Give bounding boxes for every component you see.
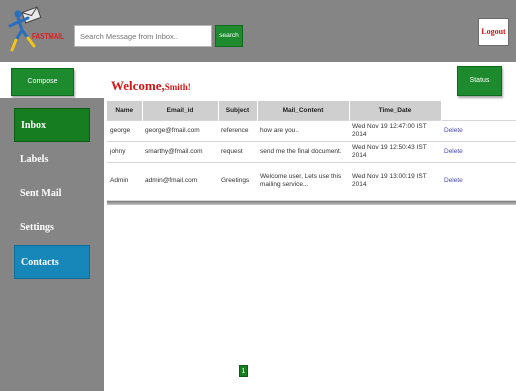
welcome-message: Welcome,Smith! — [111, 77, 191, 95]
table-bottom-divider — [107, 201, 516, 205]
column-header-time-date: Time_Date — [349, 101, 442, 120]
welcome-username: Smith! — [164, 82, 191, 92]
cell-subject: request — [218, 140, 257, 163]
status-button[interactable]: Status — [457, 66, 502, 96]
cell-email: admin@fmail.com — [142, 161, 218, 201]
cell-content: how are you.. — [257, 119, 349, 142]
inbox-table-container: Name Email_id Subject Mail_Content Time_… — [107, 101, 516, 205]
welcome-prefix: Welcome, — [111, 78, 165, 93]
cell-email: george@fmail.com — [142, 119, 218, 142]
column-header-email: Email_id — [142, 101, 219, 120]
delete-link[interactable]: Delete — [441, 119, 516, 142]
table-row[interactable]: george george@fmail.com reference how ar… — [107, 119, 516, 142]
table-header-row: Name Email_id Subject Mail_Content Time_… — [107, 101, 516, 120]
cell-subject: reference — [218, 119, 257, 142]
cell-time: Wed Nov 19 12:47:00 IST 2014 — [349, 119, 441, 142]
column-header-subject: Subject — [218, 101, 258, 120]
page-number-button[interactable]: 1 — [239, 365, 248, 377]
table-row[interactable]: Admin admin@fmail.com Greetings Welcome … — [107, 161, 516, 201]
delete-link[interactable]: Delete — [441, 161, 516, 201]
logo-wordmark: FASTMAIL — [32, 32, 64, 41]
search-button[interactable]: search — [215, 25, 243, 47]
cell-content: send me the final document. — [257, 140, 349, 163]
action-bar: Compose Welcome,Smith! Status — [0, 62, 516, 98]
delete-link[interactable]: Delete — [441, 140, 516, 163]
cell-content: Welcome user, Lets use this mailing serv… — [257, 161, 349, 201]
sidebar-item-settings[interactable]: Settings — [14, 211, 90, 245]
top-header-bar: FASTMAIL search Logout — [0, 0, 516, 62]
inbox-table: Name Email_id Subject Mail_Content Time_… — [107, 101, 516, 201]
sidebar-item-labels[interactable]: Labels — [14, 143, 90, 177]
fastmail-logo-icon — [8, 6, 42, 52]
cell-name: Admin — [107, 161, 142, 201]
cell-time: Wed Nov 19 12:50:43 IST 2014 — [349, 140, 441, 163]
cell-time: Wed Nov 19 13:00:19 IST 2014 — [349, 161, 441, 201]
cell-name: george — [107, 119, 142, 142]
compose-button[interactable]: Compose — [11, 68, 74, 96]
sidebar-item-sent-mail[interactable]: Sent Mail — [14, 177, 90, 211]
column-header-mail-content: Mail_Content — [257, 101, 350, 120]
cell-subject: Greetings — [218, 161, 257, 201]
sidebar-item-inbox[interactable]: Inbox — [14, 108, 90, 142]
sidebar-item-contacts[interactable]: Contacts — [14, 245, 90, 279]
cell-email: smarthy@fmail.com — [142, 140, 218, 163]
cell-name: johny — [107, 140, 142, 163]
column-header-name: Name — [107, 101, 143, 120]
search-input[interactable] — [74, 25, 212, 47]
logout-button[interactable]: Logout — [478, 18, 509, 46]
column-header-action — [441, 101, 516, 120]
table-row[interactable]: johny smarthy@fmail.com request send me … — [107, 140, 516, 163]
sidebar: Inbox Labels Sent Mail Settings Contacts — [0, 98, 104, 391]
